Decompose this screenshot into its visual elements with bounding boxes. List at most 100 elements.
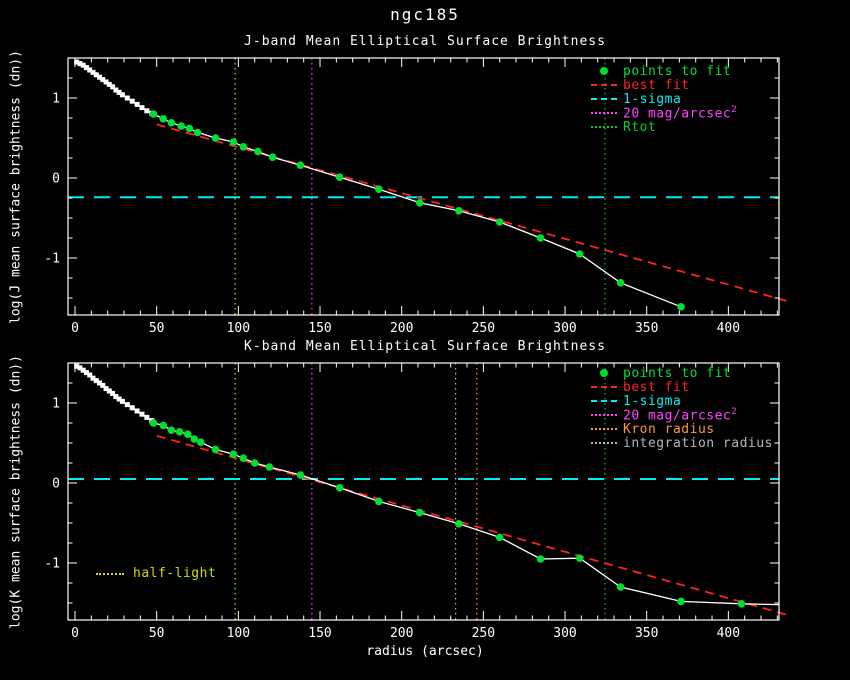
unfit-point <box>129 98 135 104</box>
x-tick-label: 150 <box>308 321 331 336</box>
legend-item-points-to-fit: points to fit <box>591 365 773 381</box>
fit-point <box>265 463 274 471</box>
fit-point <box>335 484 344 492</box>
unfit-point <box>129 405 135 411</box>
unfit-points <box>74 59 155 116</box>
x-tick-label: 300 <box>553 321 576 336</box>
legend-dash-marker <box>591 386 617 388</box>
fit-point <box>229 450 238 459</box>
y-tick-label: 1 <box>52 92 60 107</box>
legend-item-20-mag-arcsec: 20 mag/arcsec2 <box>591 407 773 423</box>
legend-item-points-to-fit: points to fit <box>591 64 737 79</box>
legend-dots-marker <box>591 126 617 128</box>
legend-label: integration radius <box>623 435 773 451</box>
fit-points <box>149 110 685 311</box>
fit-point <box>415 199 424 207</box>
x-tick-label: 150 <box>308 626 331 641</box>
fit-point <box>296 471 305 479</box>
legend-j-band: points to fit best fit 1-sigma 20 mag/arcse… <box>591 64 737 135</box>
legend-dot-marker <box>591 67 617 76</box>
y-tick-label: 1 <box>52 397 60 412</box>
x-tick-label: 300 <box>553 626 576 641</box>
y-tick-label: 0 <box>52 172 60 187</box>
fit-point <box>177 122 185 130</box>
x-tick-label: 0 <box>71 626 79 641</box>
half-light-label: half-light <box>133 566 217 581</box>
fit-point <box>268 153 277 161</box>
x-tick-label: 100 <box>227 321 250 336</box>
fit-point <box>149 419 158 427</box>
legend-dash-marker <box>591 98 617 100</box>
legend-dash-marker <box>591 84 617 86</box>
x-tick-label: 250 <box>472 321 495 336</box>
fit-point <box>296 161 305 169</box>
fit-point <box>239 143 248 151</box>
x-tick-label: 0 <box>71 321 79 336</box>
figure-title: ngc185 <box>390 5 460 24</box>
legend-item-rtot: Rtot <box>591 120 737 135</box>
unfit-point <box>139 411 145 417</box>
legend-dot-marker <box>591 369 617 378</box>
legend-dash-marker <box>591 400 617 402</box>
fit-point <box>455 207 463 215</box>
y-axis-label-j: log(J mean surface brightness (dn)) <box>8 50 24 324</box>
legend-dots-marker <box>591 428 617 430</box>
legend-item-integration-radius: integration radius <box>591 435 773 451</box>
legend-item-kron-radius: Kron radius <box>591 422 773 437</box>
fit-point <box>575 554 584 562</box>
fit-point <box>575 250 584 258</box>
fit-point <box>183 430 192 439</box>
subtitle-k-band: K-band Mean Elliptical Surface Brightnes… <box>244 339 606 354</box>
fit-point <box>677 303 685 311</box>
x-tick-label: 400 <box>717 321 740 336</box>
x-tick-label: 350 <box>635 626 658 641</box>
legend-label: best fit <box>623 379 690 395</box>
x-tick-label: 200 <box>390 626 413 641</box>
legend-k-band: points to fit best fit 1-sigma 20 mag/arcse… <box>591 365 773 451</box>
fit-point <box>616 279 625 287</box>
fit-point <box>415 508 424 517</box>
fit-point <box>167 119 176 127</box>
unfit-point <box>124 402 130 408</box>
x-tick-label: 50 <box>149 626 165 641</box>
legend-dot-icon <box>600 369 608 377</box>
fit-point <box>536 555 545 563</box>
fit-point <box>737 600 746 608</box>
fit-point <box>455 520 463 528</box>
legend-dots-marker <box>591 442 617 444</box>
y-tick-label: -1 <box>44 252 60 267</box>
fit-point <box>250 459 259 467</box>
fit-point <box>190 435 199 443</box>
fit-point <box>616 583 625 591</box>
fit-point <box>239 454 248 463</box>
y-axis-label-k: log(K mean surface brightness (dn)) <box>8 355 24 629</box>
y-tick-label: 0 <box>52 477 60 492</box>
best-fit-line <box>156 123 791 303</box>
half-light-annotation: half-light <box>96 566 216 581</box>
x-tick-label: 100 <box>227 626 250 641</box>
y-tick-label: -1 <box>44 557 60 572</box>
fit-point <box>495 533 504 542</box>
fit-point <box>167 426 176 435</box>
legend-item-20-mag-arcsec: 20 mag/arcsec2 <box>591 105 737 121</box>
legend-dots-marker <box>591 414 617 416</box>
unfit-points <box>74 363 155 424</box>
legend-item-best-fit: best fit <box>591 379 773 395</box>
fit-point <box>536 234 545 242</box>
unfit-point <box>119 92 125 98</box>
unfit-point <box>134 101 140 107</box>
legend-dot-icon <box>600 67 608 75</box>
fit-point <box>211 134 220 142</box>
fit-point <box>677 597 685 606</box>
x-tick-label: 250 <box>472 626 495 641</box>
fit-point <box>185 124 194 133</box>
unfit-point <box>124 95 130 101</box>
fit-point <box>495 218 504 226</box>
x-tick-label: 350 <box>635 321 658 336</box>
fit-point <box>196 438 205 447</box>
fit-point <box>149 110 158 118</box>
fit-point <box>159 421 168 430</box>
fit-point <box>211 445 220 454</box>
legend-label: points to fit <box>623 365 732 381</box>
fit-point <box>159 115 168 123</box>
